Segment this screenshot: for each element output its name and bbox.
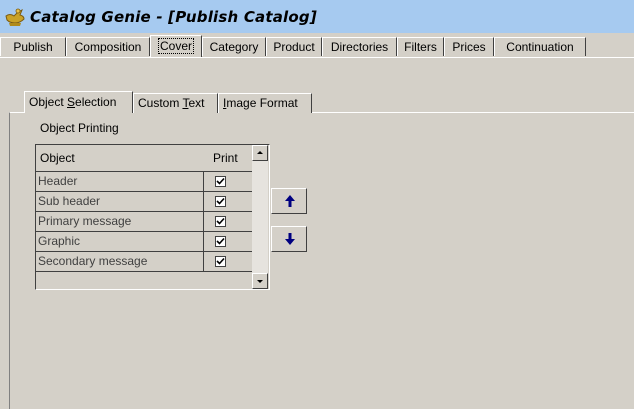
scroll-up-arrow-icon (257, 151, 263, 154)
empty-row (36, 271, 252, 282)
tab-label: Composition (74, 40, 142, 54)
tab-filters[interactable]: Filters (397, 37, 444, 56)
column-divider (203, 172, 204, 192)
catalog-genie-app-icon (5, 8, 25, 26)
tab-label: Cover (157, 38, 195, 54)
object-name: Graphic (38, 234, 81, 248)
tab-continuation[interactable]: Continuation (494, 37, 586, 56)
tab-object-selection[interactable]: Object Selection (24, 91, 133, 113)
tab-label: Filters (404, 40, 437, 54)
object-name: Primary message (38, 214, 132, 228)
check-icon (216, 217, 225, 225)
tab-label: Product (273, 40, 315, 54)
print-checkbox[interactable] (215, 196, 226, 207)
column-divider (203, 192, 204, 212)
table-row[interactable]: Primary message (36, 211, 252, 232)
tab-label: Directories (330, 40, 389, 54)
column-header-object: Object (40, 151, 75, 165)
scroll-up-button[interactable] (252, 145, 268, 161)
print-checkbox[interactable] (215, 216, 226, 227)
scroll-down-button[interactable] (252, 273, 268, 289)
print-checkbox[interactable] (215, 256, 226, 267)
column-divider (203, 252, 204, 272)
tab-cover[interactable]: Cover (150, 35, 202, 57)
arrow-up-icon (285, 195, 295, 207)
table-row[interactable]: Graphic (36, 231, 252, 252)
tab-mnemonic: S (67, 95, 76, 109)
object-printing-label: Object Printing (40, 121, 119, 135)
check-icon (216, 197, 225, 205)
tab-composition[interactable]: Composition (66, 37, 150, 56)
column-divider (203, 232, 204, 252)
tab-label-post: mage Format (226, 96, 298, 110)
print-checkbox[interactable] (215, 236, 226, 247)
tab-label: Publish (13, 40, 53, 54)
tab-prices[interactable]: Prices (444, 37, 494, 56)
table-row[interactable]: Sub header (36, 191, 252, 212)
print-checkbox[interactable] (215, 176, 226, 187)
check-icon (216, 177, 225, 185)
table-row[interactable]: Secondary message (36, 251, 252, 272)
scroll-down-arrow-icon (257, 280, 263, 283)
tab-publish[interactable]: Publish (0, 37, 66, 56)
tab-image-format[interactable]: Image Format (218, 93, 312, 113)
tab-category[interactable]: Category (202, 37, 266, 56)
check-icon (216, 237, 225, 245)
move-down-button[interactable] (271, 226, 307, 252)
tab-label-post: election (75, 95, 117, 109)
tab-label: Prices (452, 40, 486, 54)
move-up-button[interactable] (271, 188, 307, 214)
grid-body: Object Print Header Sub header Primary m… (36, 145, 252, 289)
arrow-down-icon (285, 233, 295, 245)
main-tab-divider (0, 57, 634, 58)
title-bar: Catalog Genie - [Publish Catalog] (0, 0, 634, 33)
object-name: Sub header (38, 194, 101, 208)
tab-label-post: ext (188, 96, 205, 110)
column-divider (203, 212, 204, 232)
check-icon (216, 257, 225, 265)
object-name: Header (38, 174, 78, 188)
tab-product[interactable]: Product (266, 37, 322, 56)
main-tab-strip: Publish Composition Cover Category Produ… (0, 35, 634, 57)
vertical-scrollbar[interactable] (252, 145, 268, 289)
table-row[interactable]: Header (36, 171, 252, 192)
tab-directories[interactable]: Directories (322, 37, 397, 56)
object-printing-grid[interactable]: Object Print Header Sub header Primary m… (35, 144, 270, 290)
tab-label: Continuation (506, 40, 574, 54)
window-title: Catalog Genie - [Publish Catalog] (30, 7, 317, 26)
object-name: Secondary message (38, 254, 148, 268)
grid-header: Object Print (36, 145, 252, 171)
tab-label: Category (209, 40, 259, 54)
column-header-print: Print (213, 151, 238, 165)
tab-custom-text[interactable]: Custom Text (133, 93, 218, 113)
tab-label-pre: Custom (138, 96, 183, 110)
tab-label-pre: Object (29, 95, 68, 109)
